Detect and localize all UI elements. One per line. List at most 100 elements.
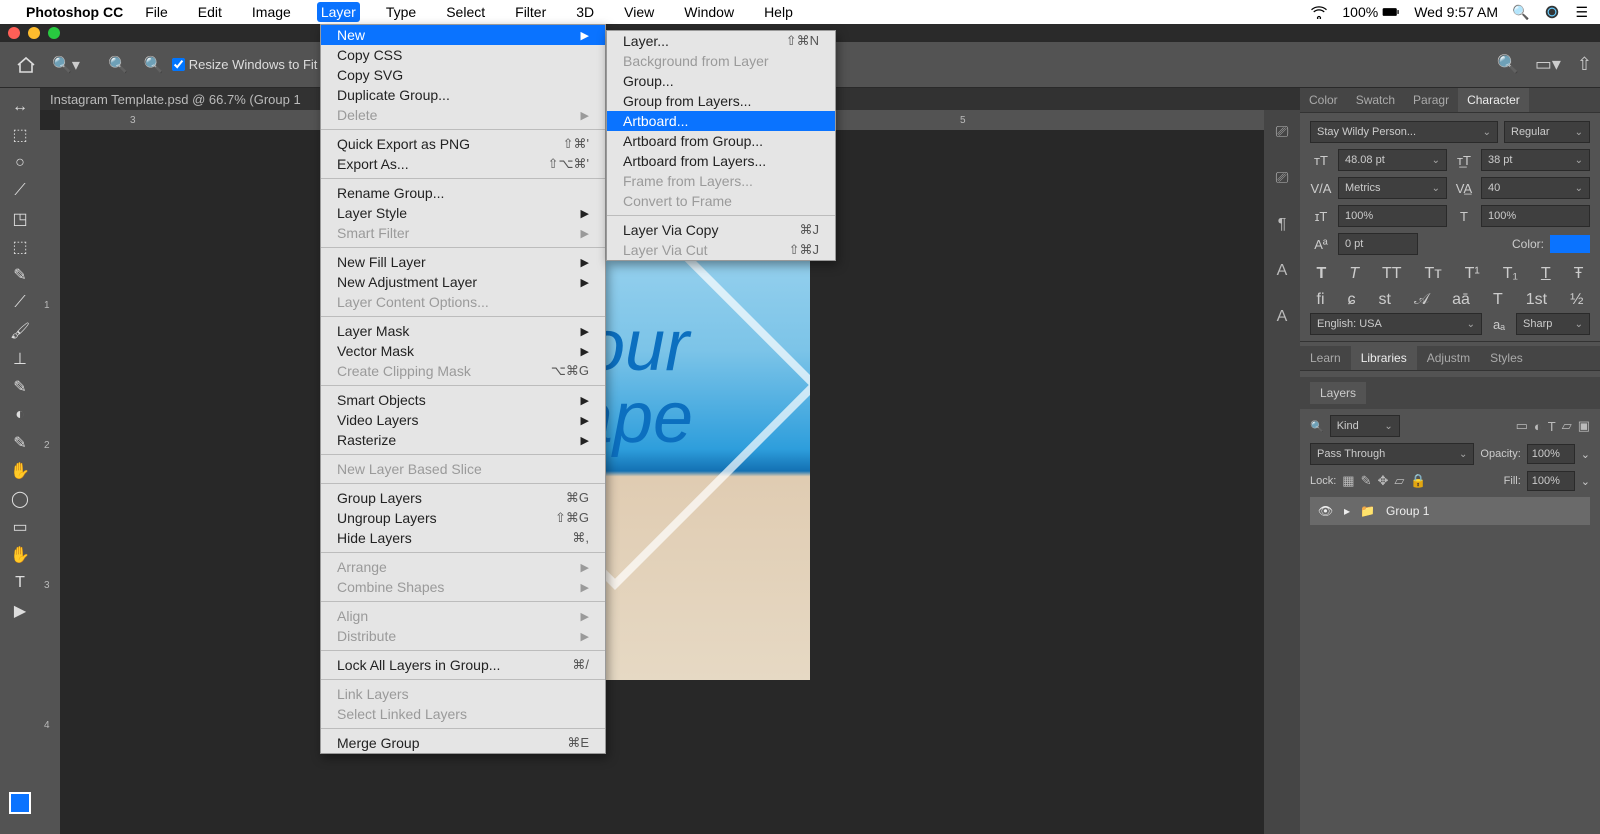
layer-menu-item-22[interactable]: Video Layers▶ <box>321 410 605 430</box>
filter-kind-select[interactable]: Kind⌄ <box>1330 415 1400 437</box>
baseline-input[interactable]: 0 pt <box>1338 233 1418 255</box>
layer-menu-item-6[interactable]: Quick Export as PNG⇧⌘' <box>321 134 605 154</box>
lock-all-icon[interactable]: 🔒 <box>1410 473 1426 489</box>
font-family-select[interactable]: Stay Wildy Person...⌄ <box>1310 121 1498 143</box>
vscale-input[interactable]: 100% <box>1338 205 1447 227</box>
font-style-select[interactable]: Regular⌄ <box>1504 121 1590 143</box>
layer-menu-item-21[interactable]: Smart Objects▶ <box>321 390 605 410</box>
foreground-color-swatch[interactable] <box>9 792 31 814</box>
font-size-input[interactable]: 48.08 pt⌄ <box>1338 149 1447 171</box>
menubar-layer[interactable]: Layer <box>317 2 360 22</box>
blend-mode-select[interactable]: Pass Through⌄ <box>1310 443 1474 465</box>
mid-tab-libraries[interactable]: Libraries <box>1351 346 1417 370</box>
siri-icon[interactable] <box>1543 5 1561 19</box>
close-window-button[interactable] <box>8 27 20 39</box>
new-submenu-item-2[interactable]: Group... <box>607 71 835 91</box>
visibility-icon[interactable]: 👁 <box>1318 504 1334 518</box>
new-submenu-item-4[interactable]: Artboard... <box>607 111 835 131</box>
zoom-window-button[interactable] <box>48 27 60 39</box>
tool-3[interactable]: ⟋ <box>6 178 34 204</box>
smallcaps-button[interactable]: Tᴛ <box>1425 265 1442 283</box>
mid-tab-learn[interactable]: Learn <box>1300 346 1351 370</box>
layer-menu-item-10[interactable]: Layer Style▶ <box>321 203 605 223</box>
layer-menu-item-18[interactable]: Vector Mask▶ <box>321 341 605 361</box>
superscript-button[interactable]: T¹ <box>1465 265 1480 283</box>
expand-icon[interactable]: ▸ <box>1344 504 1350 518</box>
panel-strip-2[interactable]: ¶ <box>1264 202 1300 248</box>
language-select[interactable]: English: USA⌄ <box>1310 313 1482 335</box>
menubar-image[interactable]: Image <box>248 2 295 22</box>
panel-tab-swatch[interactable]: Swatch <box>1347 88 1404 112</box>
half-button[interactable]: ½ <box>1570 291 1583 309</box>
panel-tab-paragr[interactable]: Paragr <box>1404 88 1458 112</box>
hscale-input[interactable]: 100% <box>1481 205 1590 227</box>
panel-tab-color[interactable]: Color <box>1300 88 1347 112</box>
layer-menu-item-9[interactable]: Rename Group... <box>321 183 605 203</box>
spotlight-icon[interactable]: 🔍 <box>1512 4 1529 21</box>
tool-5[interactable]: ⬚ <box>6 234 34 260</box>
tool-2[interactable]: ○ <box>6 150 34 176</box>
layer-menu-item-2[interactable]: Copy SVG <box>321 65 605 85</box>
menubar-window[interactable]: Window <box>680 2 738 22</box>
text-color-chip[interactable] <box>1550 235 1590 253</box>
titling-button[interactable]: 𝒜 <box>1414 291 1429 309</box>
lock-transparency-icon[interactable]: ▦ <box>1342 473 1354 489</box>
filter-adjust-icon[interactable]: ◐ <box>1534 419 1542 434</box>
layer-menu-item-17[interactable]: Layer Mask▶ <box>321 321 605 341</box>
menubar-select[interactable]: Select <box>442 2 489 22</box>
layer-menu-item-27[interactable]: Group Layers⌘G <box>321 488 605 508</box>
tool-11[interactable]: ◐ <box>6 402 34 428</box>
menubar-view[interactable]: View <box>620 2 658 22</box>
wifi-icon[interactable] <box>1310 5 1328 19</box>
mid-tab-adjustm[interactable]: Adjustm <box>1417 346 1480 370</box>
filter-shape-icon[interactable]: ▱ <box>1562 418 1572 434</box>
panel-strip-0[interactable]: ⎚ <box>1264 110 1300 156</box>
underline-button[interactable]: T <box>1541 265 1551 283</box>
layer-menu-item-29[interactable]: Hide Layers⌘, <box>321 528 605 548</box>
layer-menu-item-23[interactable]: Rasterize▶ <box>321 430 605 450</box>
panel-strip-1[interactable]: ⎚ <box>1264 156 1300 202</box>
menubar-file[interactable]: File <box>141 2 172 22</box>
menubar-3d[interactable]: 3D <box>572 2 598 22</box>
swash-button[interactable]: st <box>1379 291 1391 309</box>
tool-13[interactable]: ✋ <box>6 458 34 484</box>
search-icon[interactable]: 🔍 <box>1496 54 1518 75</box>
bold-button[interactable]: T <box>1316 265 1326 283</box>
allcaps-button[interactable]: TT <box>1382 265 1402 283</box>
tracking-input[interactable]: 40⌄ <box>1481 177 1590 199</box>
leading-input[interactable]: 38 pt⌄ <box>1481 149 1590 171</box>
stylistic-button[interactable]: T <box>1493 291 1503 309</box>
tool-0[interactable]: ↔ <box>6 94 34 120</box>
tool-9[interactable]: ⊥ <box>6 346 34 372</box>
layer-menu-item-13[interactable]: New Fill Layer▶ <box>321 252 605 272</box>
home-button[interactable] <box>8 50 44 80</box>
tool-4[interactable]: ◳ <box>6 206 34 232</box>
layer-menu-item-0[interactable]: New▶ <box>321 25 605 45</box>
workspace-switcher-icon[interactable]: ▭▾ <box>1535 54 1561 75</box>
layer-menu-item-28[interactable]: Ungroup Layers⇧⌘G <box>321 508 605 528</box>
strikethrough-button[interactable]: Ŧ <box>1574 265 1584 283</box>
layers-tab[interactable]: Layers <box>1310 382 1366 404</box>
new-submenu-item-3[interactable]: Group from Layers... <box>607 91 835 111</box>
tool-12[interactable]: ✎ <box>6 430 34 456</box>
share-icon[interactable]: ⇧ <box>1577 54 1592 75</box>
italic-button[interactable]: T <box>1349 265 1359 283</box>
tool-6[interactable]: ✎ <box>6 262 34 288</box>
menubar-help[interactable]: Help <box>760 2 797 22</box>
zoom-in-icon[interactable]: 🔍 <box>108 55 128 75</box>
menubar-edit[interactable]: Edit <box>194 2 226 22</box>
subscript-button[interactable]: T₁ <box>1503 265 1518 283</box>
tool-10[interactable]: ✎ <box>6 374 34 400</box>
contextual-alt-button[interactable]: ɕ <box>1348 291 1356 309</box>
minimize-window-button[interactable] <box>28 27 40 39</box>
new-submenu-item-6[interactable]: Artboard from Layers... <box>607 151 835 171</box>
layer-menu-item-14[interactable]: New Adjustment Layer▶ <box>321 272 605 292</box>
menubar-filter[interactable]: Filter <box>511 2 550 22</box>
document-tab[interactable]: Instagram Template.psd @ 66.7% (Group 1 <box>50 92 301 107</box>
lock-artboard-icon[interactable]: ▱ <box>1394 473 1404 489</box>
layer-menu-item-3[interactable]: Duplicate Group... <box>321 85 605 105</box>
antialias-select[interactable]: Sharp⌄ <box>1516 313 1590 335</box>
lock-position-icon[interactable]: ✥ <box>1378 473 1389 489</box>
tool-18[interactable]: ▶ <box>6 598 34 624</box>
opacity-input[interactable] <box>1527 444 1575 464</box>
